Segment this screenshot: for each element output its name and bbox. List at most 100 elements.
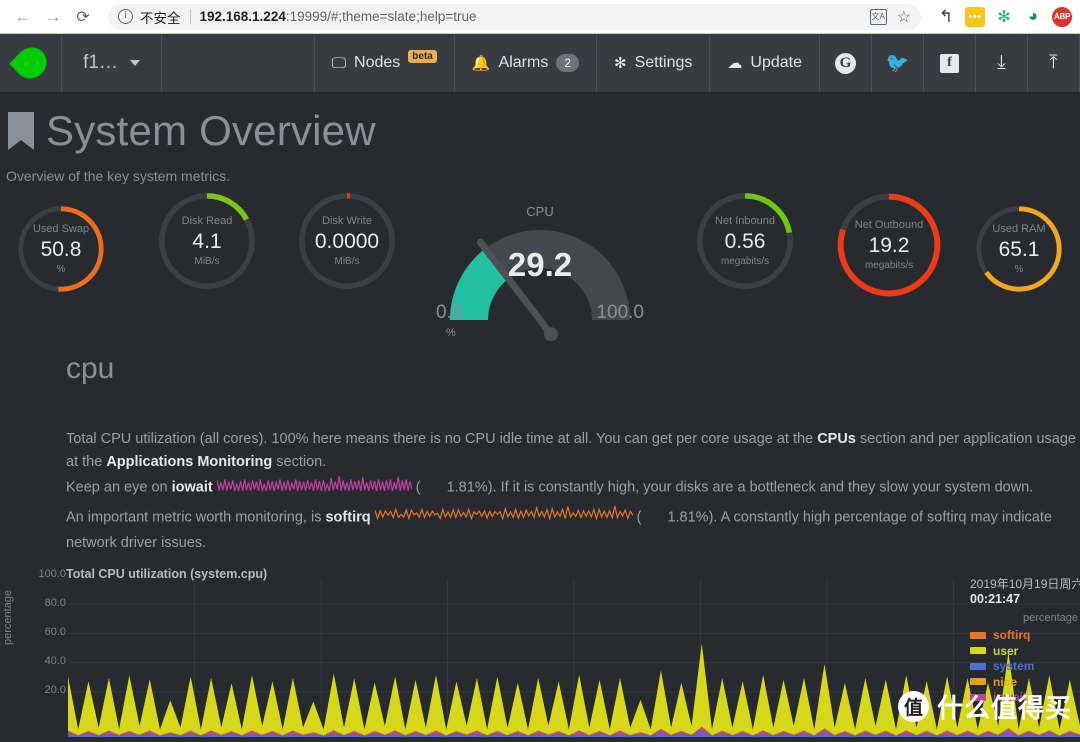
iowait-sparkline xyxy=(216,473,413,503)
nav-item-nodes[interactable]: 🖵 Nodes beta xyxy=(315,34,455,92)
desc-2c: ). If it is constantly high, your disks … xyxy=(487,479,1034,496)
netdata-logo[interactable] xyxy=(0,34,62,92)
cpu-gauge-max: 100.0 xyxy=(596,302,644,323)
gauge-disk-read[interactable]: Disk Read 4.1 MiB/s xyxy=(152,186,255,316)
applications-monitoring-link[interactable]: Applications Monitoring xyxy=(106,454,272,470)
gauge-net-inbound[interactable]: Net Inbound 0.56 megabits/s xyxy=(690,186,793,316)
desc-2a: Keep an eye on xyxy=(66,479,172,496)
upload-link[interactable]: ⤒ xyxy=(1028,34,1080,92)
gauge-title: Net Inbound xyxy=(715,214,775,227)
cpus-link[interactable]: CPUs xyxy=(817,431,856,447)
gauge-title: Used RAM xyxy=(992,222,1046,235)
gauge-title: Net Outbound xyxy=(854,218,924,231)
translate-icon[interactable]: 文A xyxy=(869,8,887,25)
gear-icon: ✻ xyxy=(614,55,627,72)
reload-icon[interactable]: ⟳ xyxy=(68,2,98,32)
desc-paragraph-2: Keep an eye on iowait (1.81%). If it is c… xyxy=(66,473,1080,503)
forward-arrow-icon[interactable]: → xyxy=(38,2,68,32)
nav-item-settings[interactable]: ✻ Settings xyxy=(597,34,711,92)
download-link[interactable]: ⤓ xyxy=(976,34,1028,92)
cpu-gauge-value: 29.2 xyxy=(507,246,573,283)
github-link[interactable]: G xyxy=(820,34,872,92)
facebook-link[interactable]: f xyxy=(924,34,976,92)
gauge-unit: MiB/s xyxy=(194,256,220,268)
nav-label-nodes: Nodes xyxy=(354,54,401,71)
gauge-unit: % xyxy=(56,264,66,276)
chart-y-axis-label: percentage xyxy=(2,589,14,645)
url-host: 192.168.1.224 xyxy=(199,9,286,24)
nav-item-alarms[interactable]: 🔔 Alarms 2 xyxy=(455,34,598,92)
iowait-value: 1.81% xyxy=(446,479,488,496)
desc-2b: ( xyxy=(415,479,421,496)
address-bar[interactable]: i 不安全 192.168.1.224:19999/#;theme=slate;… xyxy=(108,3,921,30)
gauge-value: 19.2 xyxy=(868,233,910,257)
gauge-used-ram[interactable]: Used RAM 65.1 % xyxy=(970,200,1068,330)
iowait-term: iowait xyxy=(171,479,213,496)
cpu-chart[interactable]: Total CPU utilization (system.cpu) perce… xyxy=(0,567,1080,737)
gauge-net-outbound[interactable]: Net Outbound 19.2 megabits/s xyxy=(830,186,941,316)
puzzle-extension-icon[interactable]: ✻ xyxy=(994,7,1014,27)
beta-badge: beta xyxy=(408,49,437,63)
netdata-leaf-icon xyxy=(8,41,53,85)
gauge-title: Used Swap xyxy=(32,222,90,235)
gauge-title: Disk Read xyxy=(181,214,233,227)
nav-item-update[interactable]: ☁ Update xyxy=(710,34,820,92)
gauge-disk-write[interactable]: Disk Write 0.0000 MiB/s xyxy=(292,186,395,316)
url-text: 192.168.1.224:19999/#;theme=slate;help=t… xyxy=(200,9,477,24)
cpu-gauge[interactable]: CPU 29.2 0.0 100.0 % xyxy=(432,200,648,350)
page-content: System Overview Overview of the key syst… xyxy=(0,93,1080,737)
navbar-spacer xyxy=(162,34,315,92)
legend-label: softirq xyxy=(993,628,1031,643)
chart-y-tick: 80.0 xyxy=(44,596,66,609)
bookmark-star-icon[interactable]: ☆ xyxy=(897,7,911,27)
browser-toolbar: ← → ⟳ i 不安全 192.168.1.224:19999/#;theme=… xyxy=(0,0,1080,34)
chart-y-tick: 60.0 xyxy=(44,625,66,638)
legend-row[interactable]: softirq xyxy=(970,628,1080,644)
cloud-download-icon: ☁ xyxy=(727,55,743,72)
desc-1a: Total CPU utilization (all cores). 100% … xyxy=(66,431,818,447)
gauge-used-swap[interactable]: Used Swap 50.8 % xyxy=(12,200,110,330)
gauge-value: 50.8 xyxy=(40,237,82,261)
undo-extension-icon[interactable]: ↰ xyxy=(936,7,956,27)
desc-paragraph-3: An important metric worth monitoring, is… xyxy=(66,503,1080,555)
gauge-value: 65.1 xyxy=(998,237,1040,261)
gauge-unit: megabits/s xyxy=(864,260,914,272)
watermark-text: 什么值得买 xyxy=(936,692,1072,723)
facebook-icon: f xyxy=(940,53,959,73)
twitter-link[interactable]: 🐦 xyxy=(872,34,924,92)
legend-unit: percentage xyxy=(1022,611,1078,624)
insecure-label: 不安全 xyxy=(140,10,181,26)
softirq-value: 1.81% xyxy=(667,509,709,526)
site-watermark: 值 什么值得买 xyxy=(897,688,1072,725)
desc-paragraph-1: Total CPU utilization (all cores). 100% … xyxy=(66,428,1080,473)
nav-label-update: Update xyxy=(750,54,802,71)
legend-swatch xyxy=(970,678,986,686)
gauge-value: 0.56 xyxy=(724,229,766,253)
legend-label: user xyxy=(993,643,1019,658)
gauge-value: 4.1 xyxy=(192,229,222,253)
chevron-down-icon xyxy=(129,60,140,66)
upload-icon: ⤒ xyxy=(1049,52,1058,73)
section-heading: cpu xyxy=(66,352,115,385)
legend-swatch xyxy=(970,631,986,639)
back-arrow-icon[interactable]: ← xyxy=(8,2,38,32)
adblock-extension-icon[interactable]: ABP xyxy=(1052,6,1072,27)
legend-swatch xyxy=(970,662,986,670)
monitor-icon: 🖵 xyxy=(331,54,347,72)
globe-extension-icon[interactable]: ◕ xyxy=(1023,7,1043,27)
nav-label-settings: Settings xyxy=(634,54,693,71)
netdata-navbar: f1… 🖵 Nodes beta 🔔 Alarms 2 ✻ Settings ☁… xyxy=(0,34,1080,93)
gauges-row: Used Swap 50.8 % Disk Read 4.1 MiB/s Dis… xyxy=(0,184,1080,342)
hostname-dropdown[interactable]: f1… xyxy=(62,34,162,92)
legend-time: 00:21:47 xyxy=(970,591,1021,606)
legend-row[interactable]: user xyxy=(970,643,1080,659)
legend-date: 2019年10月19日周六 xyxy=(970,576,1080,591)
legend-swatch xyxy=(970,647,986,655)
page-subtitle: Overview of the key system metrics. xyxy=(6,168,231,184)
softirq-term: softirq xyxy=(325,509,371,526)
dots-extension-icon[interactable]: ••• xyxy=(965,6,985,27)
chart-y-tick: 20.0 xyxy=(44,684,66,697)
legend-row[interactable]: system xyxy=(970,659,1080,675)
gauge-unit: % xyxy=(1014,264,1024,276)
site-info-icon[interactable]: i xyxy=(118,9,133,24)
